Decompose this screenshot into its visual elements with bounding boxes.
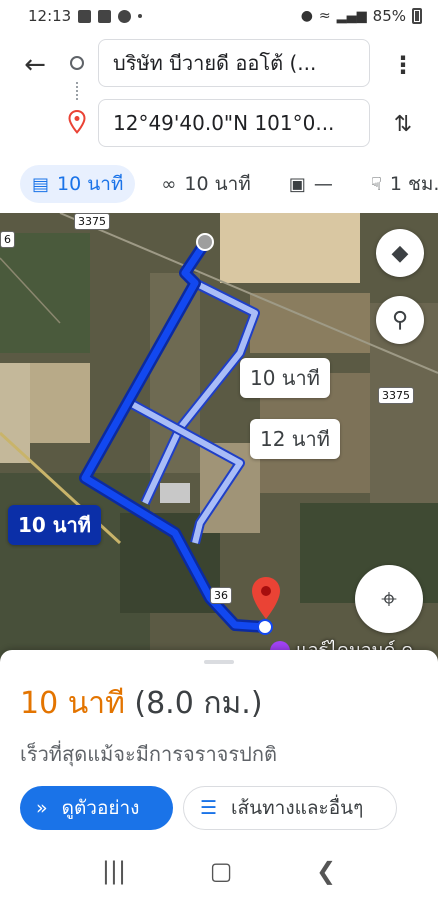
car-icon: ▤ (32, 173, 50, 195)
road-shield: 36 (210, 587, 232, 604)
preview-button[interactable]: » ดูตัวอย่าง (20, 786, 173, 830)
status-bar: 12:13 ● ≈ ▂▄▆ 85% (0, 0, 438, 32)
origin-circle-icon (70, 56, 84, 70)
primary-route-time-label[interactable]: 10 นาที (8, 505, 101, 545)
road-shield: 3375 (74, 213, 110, 230)
map-view[interactable]: 3375 3375 36 6 10 นาที 12 นาที 10 นาที แ… (0, 213, 438, 663)
location-icon: ● (300, 8, 313, 24)
facebook-icon (98, 9, 112, 23)
route-header: ← บริษัท บีวายดี ออโต้ (... 12°49'40.0"N… (0, 32, 438, 158)
route-dots-icon (76, 82, 78, 100)
route-distance: (8.0 กม.) (134, 686, 263, 721)
battery-level: 85% (372, 7, 406, 25)
preview-button-label: ดูตัวอย่าง (61, 797, 140, 819)
steps-button-label: เส้นทางและอื่นๆ (231, 797, 364, 819)
route-summary: 10 นาที (8.0 กม.) (20, 680, 263, 727)
sheet-drag-handle[interactable] (204, 660, 234, 664)
tab-walk-label: 1 ชม. (389, 173, 438, 195)
tab-car[interactable]: ▤ 10 นาที (20, 165, 136, 203)
system-nav-bar: ||| ▢ ❮ (0, 842, 438, 900)
road-shield: 3375 (378, 387, 414, 404)
recent-apps-icon[interactable]: ||| (102, 857, 126, 885)
travel-mode-tabs: ▤ 10 นาที ∞ 10 นาที ▣ — ☟ 1 ชม. (0, 158, 438, 210)
notification-dot-icon (138, 14, 143, 18)
layers-icon: ◆ (391, 240, 409, 266)
road-shield: 6 (0, 231, 15, 248)
home-icon[interactable]: ▢ (210, 857, 233, 885)
my-location-button[interactable]: ⌖ (355, 565, 423, 633)
destination-input[interactable]: 12°49'40.0"N 101°0... (98, 99, 370, 147)
chrome-icon (118, 9, 132, 23)
tab-car-label: 10 นาที (57, 173, 124, 195)
tab-motorcycle[interactable]: ∞ 10 นาที (149, 165, 262, 203)
tab-transit[interactable]: ▣ — (277, 165, 345, 203)
my-location-icon: ⌖ (381, 582, 397, 615)
search-icon: ⚲ (391, 307, 409, 333)
alt-route-time-label[interactable]: 12 นาที (250, 419, 340, 459)
tab-motorcycle-label: 10 นาที (184, 173, 251, 195)
alt-route-time-label[interactable]: 10 นาที (240, 358, 330, 398)
transit-icon: ▣ (288, 173, 306, 195)
tab-walk[interactable]: ☟ 1 ชม. (359, 165, 438, 203)
status-time: 12:13 (28, 7, 72, 25)
layers-button[interactable]: ◆ (376, 229, 424, 277)
double-chevron-icon: » (36, 797, 48, 819)
swap-icon[interactable]: ⇅ (388, 108, 418, 142)
origin-input[interactable]: บริษัท บีวายดี ออโต้ (... (98, 39, 370, 87)
signal-icon: ▂▄▆ (336, 8, 367, 24)
search-along-route-button[interactable]: ⚲ (376, 296, 424, 344)
route-duration: 10 นาที (20, 686, 125, 721)
motorcycle-icon: ∞ (161, 173, 177, 195)
back-icon[interactable]: ❮ (316, 857, 336, 885)
wifi-icon: ≈ (318, 8, 331, 24)
back-arrow-icon[interactable]: ← (18, 48, 52, 82)
steps-button[interactable]: ☰ เส้นทางและอื่นๆ (183, 786, 397, 830)
destination-pin-icon (68, 110, 86, 134)
tab-transit-label: — (313, 173, 333, 195)
route-description: เร็วที่สุดแม้จะมีการจราจรปกติ (20, 742, 277, 766)
list-icon: ☰ (200, 797, 218, 819)
walk-icon: ☟ (370, 173, 382, 195)
gallery-icon (78, 9, 92, 23)
battery-icon (412, 8, 422, 24)
more-options-icon[interactable]: ⋮ (388, 48, 418, 82)
